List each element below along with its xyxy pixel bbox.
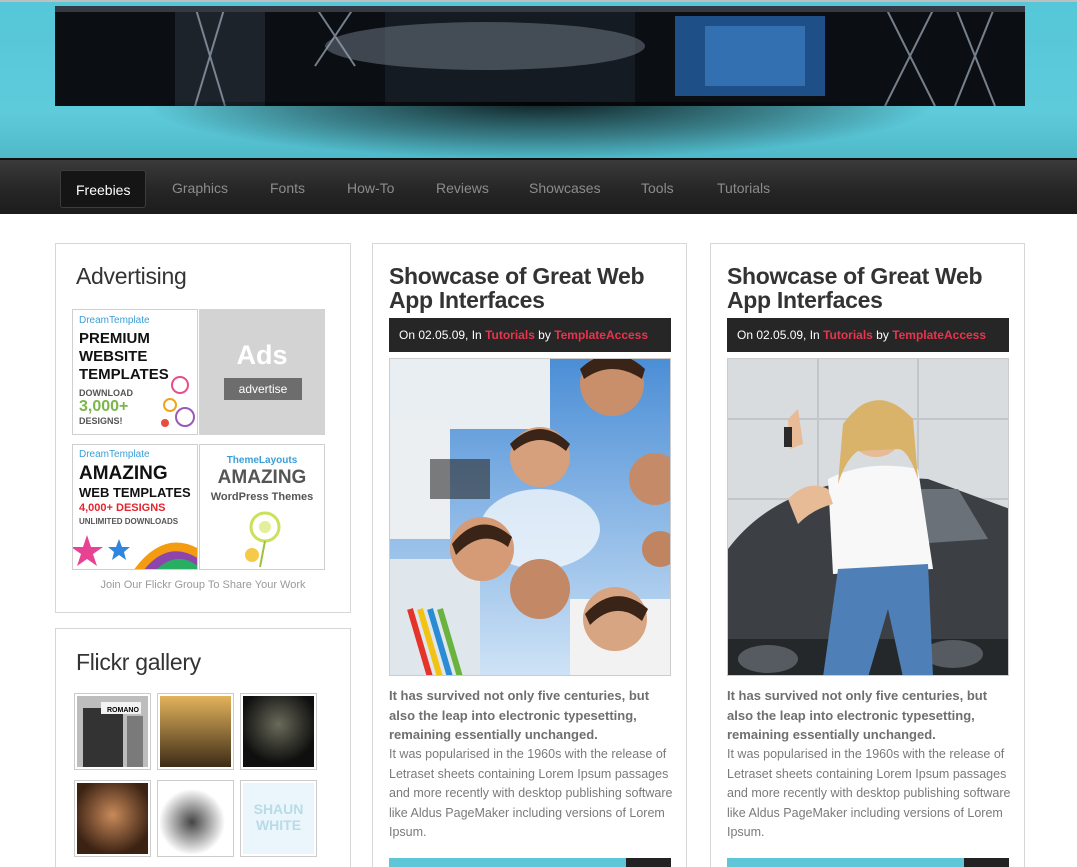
stage-lights-image xyxy=(55,6,1025,106)
ad-tail: UNLIMITED DOWNLOADS xyxy=(79,517,179,526)
flickr-thumb[interactable] xyxy=(157,780,234,857)
nav-item-freebies[interactable]: Freebies xyxy=(60,170,147,208)
flickr-group-link[interactable]: Join Our Flickr Group To Share Your Work xyxy=(56,579,350,591)
flickr-thumb[interactable] xyxy=(240,693,317,770)
advertise-button[interactable]: advertise xyxy=(224,378,302,400)
post-title[interactable]: Showcase of Great Web App Interfaces xyxy=(727,264,1012,312)
read-more-bar[interactable] xyxy=(727,858,1009,867)
nav-item-graphics[interactable]: Graphics xyxy=(172,160,228,214)
post-by-label: by xyxy=(534,328,555,342)
group-of-friends-photo xyxy=(390,359,670,675)
nav-item-showcases[interactable]: Showcases xyxy=(529,160,601,214)
ad-brand: DreamTemplate xyxy=(79,315,150,326)
banner-shadow xyxy=(150,102,930,158)
nav-item-tutorials[interactable]: Tutorials xyxy=(717,160,770,214)
ad-count: 4,000+ DESIGNS xyxy=(79,502,166,514)
flickr-thumb[interactable] xyxy=(157,693,234,770)
post-author-link[interactable]: TemplateAccess xyxy=(892,328,986,342)
flickr-thumb[interactable]: SHAUN WHITE xyxy=(240,780,317,857)
read-more-bar-cap xyxy=(964,858,1009,867)
post-category-link[interactable]: Tutorials xyxy=(823,328,873,342)
ad-headline-line-2: WEB TEMPLATES xyxy=(79,485,191,500)
thumb-sign-text: ROMANO xyxy=(107,707,139,714)
ad-brand: DreamTemplate xyxy=(79,449,150,460)
site-header xyxy=(0,0,1077,158)
ads-label: Ads xyxy=(236,340,288,370)
post-card: Showcase of Great Web App Interfaces On … xyxy=(710,243,1025,867)
post-excerpt-body: It was popularised in the 1960s with the… xyxy=(727,747,1011,839)
post-image[interactable] xyxy=(389,358,671,676)
nav-item-how-to[interactable]: How-To xyxy=(347,160,394,214)
ad-banner-amazing-web-templates[interactable]: DreamTemplate AMAZING WEB TEMPLATES 4,00… xyxy=(72,444,198,570)
post-date: On 02.05.09, In xyxy=(399,328,486,342)
star-burst-decoration-icon xyxy=(73,535,197,569)
ad-headline-line-2: WEBSITE xyxy=(79,348,148,365)
ad-tail: DESIGNS! xyxy=(79,416,123,426)
post-excerpt-lead: It has survived not only five centuries,… xyxy=(389,688,650,742)
dandelion-decoration-icon xyxy=(245,511,281,568)
post-meta-bar: On 02.05.09, In Tutorials by TemplateAcc… xyxy=(727,318,1009,352)
flickr-gallery-widget: Flickr gallery ROMANO SHAUN WHITE xyxy=(55,628,351,867)
advertising-title: Advertising xyxy=(76,263,187,289)
read-more-bar-cap xyxy=(626,858,671,867)
ad-slot-placeholder[interactable]: Ads advertise xyxy=(199,309,325,435)
post-excerpt-lead: It has survived not only five centuries,… xyxy=(727,688,988,742)
ad-banner-wordpress-themes[interactable]: ThemeLayouts AMAZING WordPress Themes xyxy=(199,444,325,570)
advertising-widget: Advertising DreamTemplate PREMIUM WEBSIT… xyxy=(55,243,351,613)
post-card: Showcase of Great Web App Interfaces On … xyxy=(372,243,687,867)
nav-item-fonts[interactable]: Fonts xyxy=(270,160,305,214)
flickr-title: Flickr gallery xyxy=(76,649,201,675)
ad-brand: ThemeLayouts xyxy=(226,455,298,466)
post-title[interactable]: Showcase of Great Web App Interfaces xyxy=(389,264,674,312)
woman-with-car-keys-photo xyxy=(728,359,1008,675)
ad-count: 3,000+ xyxy=(79,398,129,415)
post-date: On 02.05.09, In xyxy=(737,328,824,342)
ad-sub: WordPress Themes xyxy=(210,491,314,503)
main-navigation: Freebies Graphics Fonts How-To Reviews S… xyxy=(0,158,1077,214)
street-photo-image: ROMANO xyxy=(77,696,148,767)
read-more-bar[interactable] xyxy=(389,858,671,867)
post-by-label: by xyxy=(872,328,893,342)
header-banner-image xyxy=(55,6,1025,106)
post-image[interactable] xyxy=(727,358,1009,676)
ad-headline-line-1: PREMIUM xyxy=(79,330,150,347)
post-author-link[interactable]: TemplateAccess xyxy=(554,328,648,342)
swirl-decoration-icon xyxy=(161,376,195,427)
ad-headline: AMAZING xyxy=(217,467,307,488)
flickr-thumb[interactable]: ROMANO xyxy=(74,693,151,770)
nav-item-reviews[interactable]: Reviews xyxy=(436,160,489,214)
ad-banner-premium-templates[interactable]: DreamTemplate PREMIUM WEBSITE TEMPLATES … xyxy=(72,309,198,435)
thumb-title-text: SHAUN WHITE xyxy=(253,801,304,833)
post-category-link[interactable]: Tutorials xyxy=(485,328,535,342)
ad-headline-line-1: AMAZING xyxy=(79,463,168,484)
nav-item-tools[interactable]: Tools xyxy=(641,160,674,214)
post-excerpt-body: It was popularised in the 1960s with the… xyxy=(389,747,673,839)
flickr-thumb[interactable] xyxy=(74,780,151,857)
post-meta-bar: On 02.05.09, In Tutorials by TemplateAcc… xyxy=(389,318,671,352)
